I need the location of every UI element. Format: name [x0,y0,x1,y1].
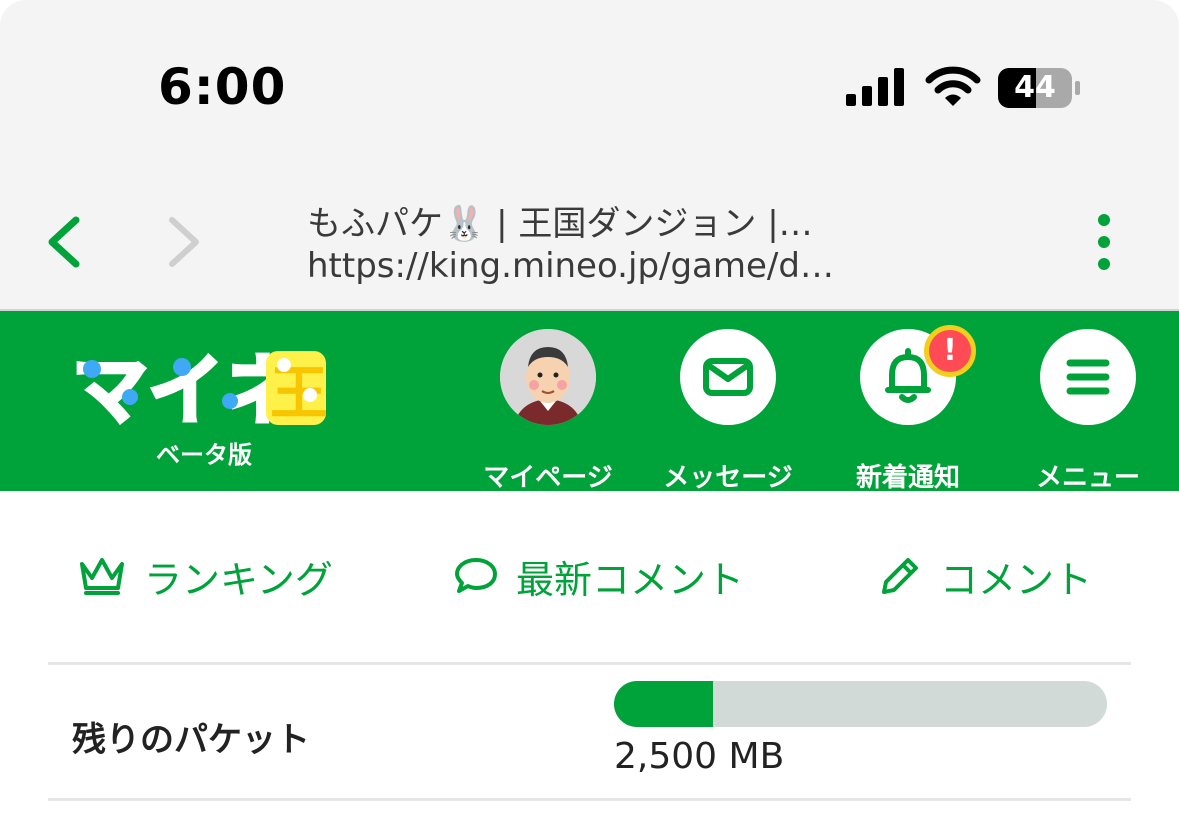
site-logo[interactable]: マイネ 王 [70,339,330,437]
svg-text:マイネ: マイネ [72,346,300,431]
speech-bubble-icon [455,558,497,593]
logo-beta-label: ベータ版 [156,441,252,469]
nav-mypage[interactable]: マイページ [458,329,638,493]
nav-label: メニュー [1035,463,1140,493]
ranking-label: ランキング [144,557,333,602]
battery-level: 44 [1014,70,1056,105]
packet-value: 2,500 MB [614,736,785,777]
latest-comments-label: 最新コメント [516,557,745,602]
nav-label: 新着通知 [855,463,960,493]
pencil-icon [882,558,918,594]
comment-link[interactable]: コメント [878,548,1092,604]
browser-chrome: 6:00 44 もふパケ🐰 | 王国ダンジョン |… https://king.… [0,0,1179,310]
site-header: マイネ 王 ベータ版 マイページ メッセージ ! 新着通知 メニュー [0,311,1179,493]
packet-label: 残りのパケット [72,720,310,760]
nav-notifications[interactable]: ! 新着通知 [818,325,998,493]
page-title[interactable]: もふパケ🐰 | 王国ダンジョン |… [307,196,907,245]
back-arrow-icon[interactable] [38,212,90,272]
more-vertical-icon[interactable] [1088,210,1120,274]
wifi-icon [925,66,981,106]
nav-label: メッセージ [663,463,793,493]
nav-messages[interactable]: メッセージ [638,329,818,493]
divider [48,662,1131,665]
divider [48,798,1131,801]
packet-progress-bar [614,681,1107,727]
ranking-link[interactable]: ランキング [78,548,333,604]
nav-label: マイページ [483,463,613,493]
logo-image: マイネ 王 [70,344,328,437]
page-url[interactable]: https://king.mineo.jp/game/d… [307,246,907,286]
packet-progress-fill [614,681,713,727]
avatar [500,329,596,425]
notification-badge: ! [924,325,976,377]
nav-menu[interactable]: メニュー [998,329,1178,493]
cellular-signal-icon [846,68,904,106]
battery-icon: 44 [998,68,1080,108]
nav-circle [680,329,776,425]
hamburger-icon [1066,359,1110,395]
envelope-icon [703,358,753,396]
status-time: 6:00 [158,58,287,116]
nav-circle [1040,329,1136,425]
latest-comments-link[interactable]: 最新コメント [454,548,744,604]
comment-label: コメント [940,557,1093,602]
crown-icon [80,558,124,595]
forward-arrow-icon[interactable] [158,212,210,272]
